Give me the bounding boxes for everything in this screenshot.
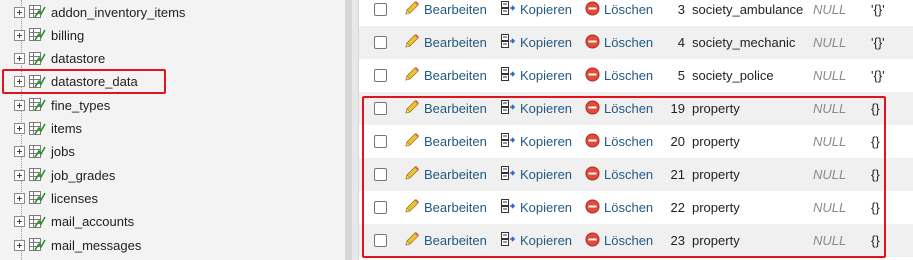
sidebar-item-label: addon_inventory_items: [51, 4, 186, 20]
cell-data[interactable]: '{}': [871, 59, 885, 92]
sidebar-item-fine-types[interactable]: fine_types: [14, 94, 110, 116]
cell-name[interactable]: society_police: [692, 59, 774, 92]
cell-owner[interactable]: NULL: [813, 26, 846, 59]
copy-label: Kopieren: [520, 68, 573, 83]
copy-icon: [500, 66, 520, 85]
table-icon: [29, 168, 46, 182]
cell-data[interactable]: '{}': [871, 0, 885, 26]
row-checkbox[interactable]: [374, 3, 387, 16]
sidebar-item-job-grades[interactable]: job_grades: [14, 164, 115, 186]
expand-icon[interactable]: [14, 146, 25, 158]
expand-icon[interactable]: [14, 53, 25, 65]
copy-button[interactable]: Kopieren: [500, 26, 572, 59]
table-icon: [29, 191, 46, 205]
sidebar-item-label: items: [51, 121, 83, 136]
row-checkbox[interactable]: [374, 69, 387, 82]
table-row: Bearbeiten Kopieren Löschen 4 society_mechan…: [359, 26, 913, 59]
sidebar-item-label: jobs: [51, 144, 75, 160]
pane-splitter-handle[interactable]: [352, 0, 358, 260]
expand-icon[interactable]: [14, 123, 25, 134]
edit-button[interactable]: Bearbeiten: [404, 0, 487, 26]
table-row: Bearbeiten Kopieren Löschen 3 society_ambula…: [359, 0, 913, 26]
expand-icon[interactable]: [14, 29, 25, 41]
sidebar-item-label: licenses: [51, 190, 98, 206]
sidebar-item-label: billing: [51, 27, 85, 43]
sidebar-item-jobs[interactable]: jobs: [14, 141, 75, 163]
table-row: Bearbeiten Kopieren Löschen 5 society_police…: [359, 59, 913, 92]
sidebar-item-label: job_grades: [51, 167, 116, 183]
sidebar-item-label: mail_accounts: [51, 214, 135, 230]
copy-button[interactable]: Kopieren: [500, 0, 572, 26]
sidebar-item-label: datastore: [51, 51, 106, 67]
delete-label: Löschen: [604, 35, 654, 50]
table-icon: [29, 121, 46, 136]
cell-id[interactable]: 4: [655, 26, 685, 59]
expand-icon[interactable]: [14, 99, 25, 111]
sidebar-item-billing[interactable]: billing: [14, 24, 84, 46]
expand-icon[interactable]: [14, 216, 25, 228]
table-icon: [29, 214, 46, 229]
copy-label: Kopieren: [520, 2, 573, 17]
table-icon: [29, 51, 46, 66]
edit-label: Bearbeiten: [424, 68, 487, 83]
navigation-sidebar: addon_inventory_items billing datastore dat…: [0, 0, 345, 260]
table-icon: [29, 238, 46, 252]
sidebar-item-mail-accounts[interactable]: mail_accounts: [14, 211, 134, 233]
delete-label: Löschen: [604, 68, 654, 83]
delete-label: Löschen: [604, 2, 654, 17]
row-checkbox[interactable]: [374, 36, 387, 49]
copy-icon: [500, 33, 520, 52]
expand-icon[interactable]: [14, 239, 25, 251]
cell-id[interactable]: 3: [655, 0, 685, 26]
pencil-icon: [404, 33, 424, 52]
delete-button[interactable]: Löschen: [585, 26, 653, 59]
pencil-icon: [404, 0, 424, 19]
delete-button[interactable]: Löschen: [585, 59, 653, 92]
cell-name[interactable]: society_ambulance: [692, 0, 803, 26]
highlight-box-sidebar: [2, 69, 166, 94]
delete-button[interactable]: Löschen: [585, 0, 653, 26]
expand-icon[interactable]: [14, 192, 25, 204]
copy-label: Kopieren: [520, 35, 573, 50]
cell-owner[interactable]: NULL: [813, 0, 846, 26]
copy-button[interactable]: Kopieren: [500, 59, 572, 92]
table-icon: [29, 28, 46, 42]
table-icon: [29, 144, 46, 159]
highlight-box-rows: [362, 96, 886, 258]
edit-label: Bearbeiten: [424, 35, 487, 50]
delete-icon: [585, 34, 604, 52]
sidebar-item-label: mail_messages: [51, 237, 142, 253]
cell-owner[interactable]: NULL: [813, 59, 846, 92]
expand-icon[interactable]: [14, 169, 25, 181]
edit-button[interactable]: Bearbeiten: [404, 26, 487, 59]
edit-button[interactable]: Bearbeiten: [404, 59, 487, 92]
cell-id[interactable]: 5: [655, 59, 685, 92]
expand-icon[interactable]: [14, 6, 25, 18]
delete-icon: [585, 1, 604, 19]
table-icon: [29, 5, 46, 19]
cell-name[interactable]: society_mechanic: [692, 26, 795, 59]
sidebar-item-items[interactable]: items: [14, 118, 82, 140]
sidebar-item-label: fine_types: [51, 97, 111, 113]
edit-label: Bearbeiten: [424, 2, 487, 17]
cell-data[interactable]: '{}': [871, 26, 885, 59]
copy-icon: [500, 0, 520, 19]
pencil-icon: [404, 66, 424, 85]
sidebar-item-mail-messages[interactable]: mail_messages: [14, 234, 141, 256]
sidebar-item-licenses[interactable]: licenses: [14, 187, 98, 209]
delete-icon: [585, 67, 604, 85]
table-icon: [29, 98, 46, 112]
sidebar-item-datastore[interactable]: datastore: [14, 48, 105, 70]
sidebar-item-addon-inventory-items[interactable]: addon_inventory_items: [14, 1, 185, 23]
